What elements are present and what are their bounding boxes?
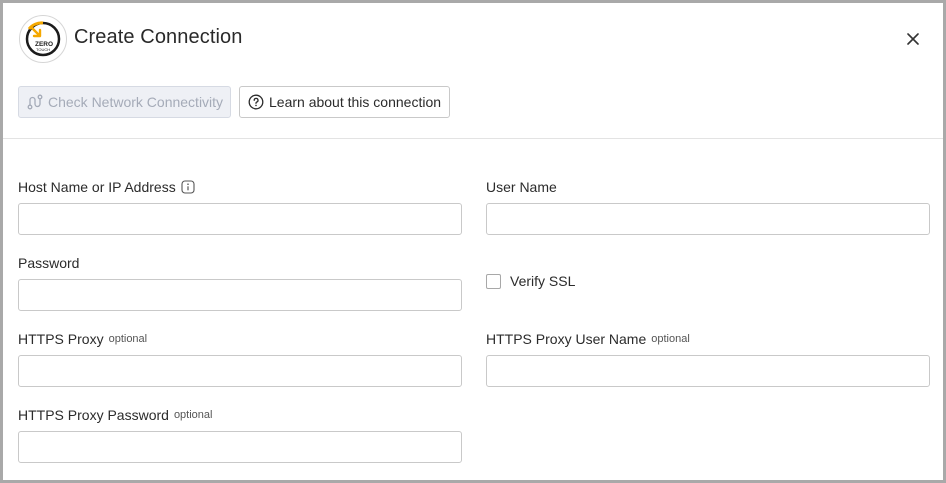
check-network-connectivity-button[interactable]: Check Network Connectivity: [18, 86, 231, 118]
host-name-input[interactable]: [18, 203, 462, 235]
user-name-label: User Name: [486, 179, 557, 195]
logo-text-bottom: TOUCH: [36, 47, 50, 52]
verify-ssl-checkbox[interactable]: [486, 273, 501, 289]
network-path-icon: [27, 93, 43, 111]
dialog-header: ZERO TOUCH Create Connection Check Netwo…: [3, 3, 943, 138]
learn-about-connection-button[interactable]: Learn about this connection: [239, 86, 450, 118]
logo-mark-icon: ZERO TOUCH: [25, 21, 61, 57]
host-name-label: Host Name or IP Address: [18, 179, 176, 195]
https-proxy-password-input[interactable]: [18, 431, 462, 463]
verify-ssl-option[interactable]: Verify SSL: [486, 273, 575, 289]
check-network-connectivity-label: Check Network Connectivity: [48, 94, 224, 110]
user-name-label-row: User Name: [486, 179, 557, 195]
dialog-title: Create Connection: [74, 26, 243, 48]
create-connection-dialog: ZERO TOUCH Create Connection Check Netwo…: [0, 0, 946, 483]
password-input[interactable]: [18, 279, 462, 311]
close-button[interactable]: [902, 28, 924, 50]
https-proxy-password-label-row: HTTPS Proxy Password optional: [18, 407, 212, 423]
https-proxy-input[interactable]: [18, 355, 462, 387]
https-proxy-user-optional-tag: optional: [651, 333, 690, 345]
host-name-label-row: Host Name or IP Address: [18, 179, 195, 195]
https-proxy-user-input[interactable]: [486, 355, 930, 387]
https-proxy-password-optional-tag: optional: [173, 409, 213, 421]
header-divider: [3, 138, 943, 139]
verify-ssl-label: Verify SSL: [510, 273, 576, 289]
info-icon[interactable]: [181, 180, 195, 194]
https-proxy-optional-tag: optional: [108, 333, 148, 345]
zero-touch-logo: ZERO TOUCH: [19, 15, 67, 63]
password-label-row: Password: [18, 255, 79, 271]
close-icon: [907, 33, 919, 45]
https-proxy-user-label-row: HTTPS Proxy User Name optional: [486, 331, 690, 347]
https-proxy-user-label: HTTPS Proxy User Name: [486, 331, 647, 347]
https-proxy-password-label: HTTPS Proxy Password: [18, 407, 169, 423]
learn-about-connection-label: Learn about this connection: [269, 94, 442, 110]
password-label: Password: [18, 255, 80, 271]
https-proxy-label: HTTPS Proxy: [18, 331, 104, 347]
help-circle-icon: [248, 93, 264, 111]
https-proxy-label-row: HTTPS Proxy optional: [18, 331, 147, 347]
user-name-input[interactable]: [486, 203, 930, 235]
